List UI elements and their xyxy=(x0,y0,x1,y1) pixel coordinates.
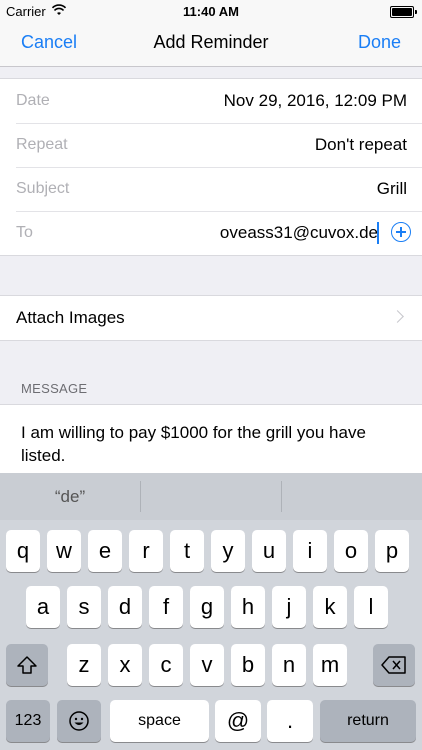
status-bar: Carrier 11:40 AM xyxy=(0,0,422,22)
chevron-right-icon xyxy=(391,310,404,323)
shift-icon xyxy=(17,656,37,674)
reminder-form: Date Nov 29, 2016, 12:09 PM Repeat Don't… xyxy=(0,78,422,256)
key-a[interactable]: a xyxy=(26,586,60,628)
at-key[interactable]: @ xyxy=(215,700,261,742)
key-b[interactable]: b xyxy=(231,644,265,686)
numbers-key[interactable]: 123 xyxy=(6,700,50,742)
key-i[interactable]: i xyxy=(293,530,327,572)
key-q[interactable]: q xyxy=(6,530,40,572)
repeat-value[interactable]: Don't repeat xyxy=(315,135,407,155)
suggestion-bar: “de” xyxy=(0,473,422,520)
shift-key[interactable] xyxy=(6,644,48,686)
suggestion-2[interactable] xyxy=(141,473,281,520)
space-key[interactable]: space xyxy=(110,700,209,742)
key-r[interactable]: r xyxy=(129,530,163,572)
key-o[interactable]: o xyxy=(334,530,368,572)
text-cursor xyxy=(377,222,379,244)
date-row[interactable]: Date Nov 29, 2016, 12:09 PM xyxy=(0,79,422,123)
to-field[interactable]: oveass31@cuvox.de xyxy=(220,223,378,243)
message-textarea[interactable]: I am willing to pay $1000 for the grill … xyxy=(21,421,404,467)
key-k[interactable]: k xyxy=(313,586,347,628)
subject-label: Subject xyxy=(16,180,70,197)
to-label: To xyxy=(16,224,33,241)
period-key[interactable]: . xyxy=(267,700,313,742)
date-value[interactable]: Nov 29, 2016, 12:09 PM xyxy=(224,91,407,111)
key-h[interactable]: h xyxy=(231,586,265,628)
key-d[interactable]: d xyxy=(108,586,142,628)
attach-images-section: Attach Images xyxy=(0,295,422,341)
backspace-icon xyxy=(381,656,406,674)
key-m[interactable]: m xyxy=(313,644,347,686)
key-j[interactable]: j xyxy=(272,586,306,628)
emoji-icon xyxy=(69,711,89,731)
emoji-key[interactable] xyxy=(57,700,101,742)
key-z[interactable]: z xyxy=(67,644,101,686)
key-c[interactable]: c xyxy=(149,644,183,686)
done-button[interactable]: Done xyxy=(358,32,401,53)
battery-icon xyxy=(390,6,417,18)
key-v[interactable]: v xyxy=(190,644,224,686)
key-y[interactable]: y xyxy=(211,530,245,572)
key-x[interactable]: x xyxy=(108,644,142,686)
subject-field[interactable]: Grill xyxy=(377,179,407,199)
to-row[interactable]: To oveass31@cuvox.de xyxy=(0,211,422,255)
key-l[interactable]: l xyxy=(354,586,388,628)
attach-images-row[interactable]: Attach Images xyxy=(0,296,422,340)
subject-row[interactable]: Subject Grill xyxy=(0,167,422,211)
key-f[interactable]: f xyxy=(149,586,183,628)
key-t[interactable]: t xyxy=(170,530,204,572)
key-e[interactable]: e xyxy=(88,530,122,572)
attach-images-label: Attach Images xyxy=(16,308,125,327)
navigation-bar: Cancel Add Reminder Done xyxy=(0,22,422,67)
key-n[interactable]: n xyxy=(272,644,306,686)
key-u[interactable]: u xyxy=(252,530,286,572)
key-s[interactable]: s xyxy=(67,586,101,628)
keyboard: “de” q w e r t y u i o p a s d f g h j k… xyxy=(0,473,422,750)
date-label: Date xyxy=(16,92,50,109)
suggestion-3[interactable] xyxy=(282,473,422,520)
add-contact-icon[interactable] xyxy=(391,222,411,242)
repeat-row[interactable]: Repeat Don't repeat xyxy=(0,123,422,167)
message-section-header: MESSAGE xyxy=(21,381,88,396)
delete-key[interactable] xyxy=(373,644,415,686)
key-p[interactable]: p xyxy=(375,530,409,572)
repeat-label: Repeat xyxy=(16,136,68,153)
key-g[interactable]: g xyxy=(190,586,224,628)
key-w[interactable]: w xyxy=(47,530,81,572)
clock: 11:40 AM xyxy=(183,4,239,19)
suggestion-1[interactable]: “de” xyxy=(0,473,140,520)
return-key[interactable]: return xyxy=(320,700,416,742)
message-box[interactable]: I am willing to pay $1000 for the grill … xyxy=(0,404,422,479)
